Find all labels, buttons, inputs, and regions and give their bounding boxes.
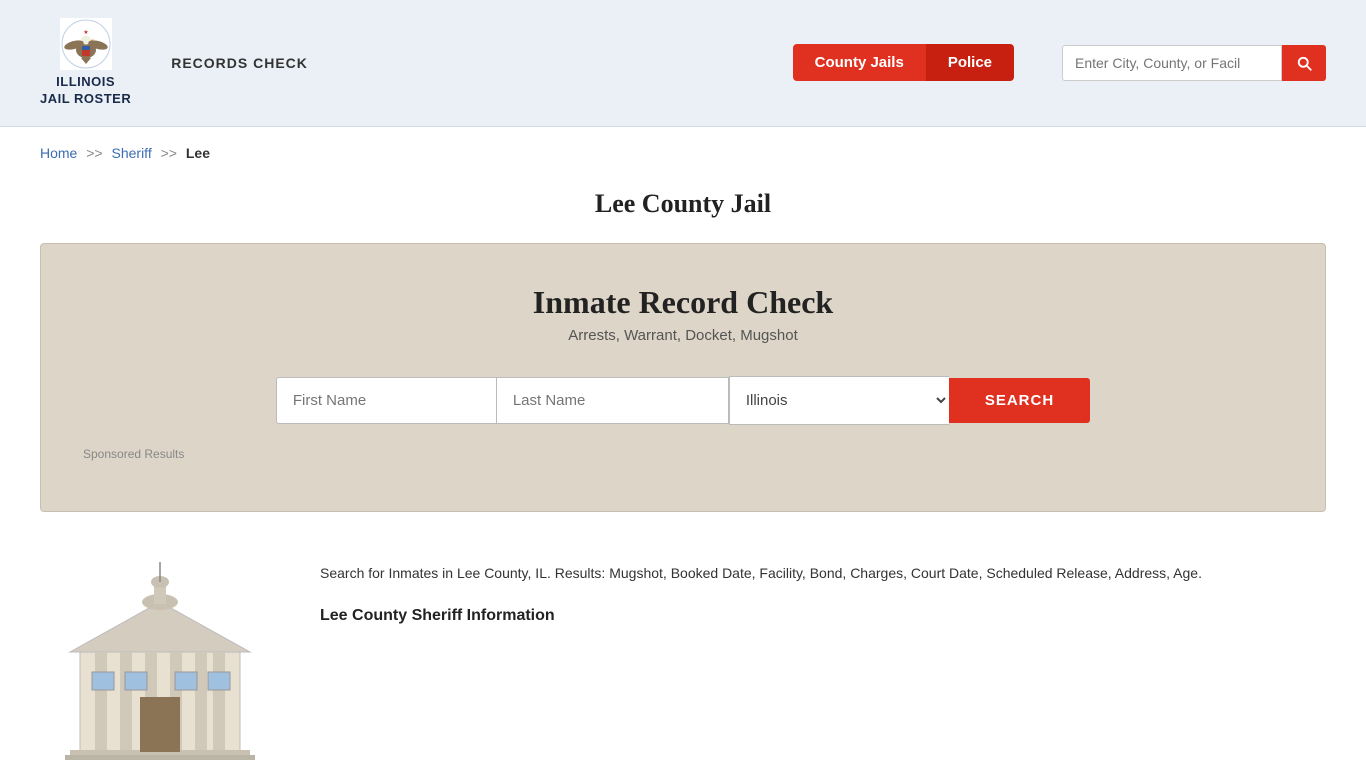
site-header: ★ ILLINOIS JAIL ROSTER RECORDS CHECK Cou…: [0, 0, 1366, 127]
sheriff-heading: Lee County Sheriff Information: [320, 602, 1326, 629]
search-icon: [1295, 54, 1313, 72]
police-button[interactable]: Police: [926, 44, 1014, 81]
svg-text:★: ★: [83, 29, 88, 36]
header-search-area: [1062, 45, 1326, 81]
record-check-form: Illinois Alabama Alaska Arizona Arkansas…: [81, 376, 1285, 425]
record-check-subtitle: Arrests, Warrant, Docket, Mugshot: [81, 327, 1285, 344]
header-search-button[interactable]: [1282, 45, 1326, 81]
record-check-box: Inmate Record Check Arrests, Warrant, Do…: [40, 243, 1326, 512]
page-title: Lee County Jail: [0, 189, 1366, 219]
sponsored-label: Sponsored Results: [81, 447, 1285, 461]
state-select[interactable]: Illinois Alabama Alaska Arizona Arkansas…: [729, 376, 949, 425]
bottom-text: Search for Inmates in Lee County, IL. Re…: [320, 562, 1326, 629]
breadcrumb-home[interactable]: Home: [40, 145, 77, 161]
record-search-button[interactable]: SEARCH: [949, 378, 1090, 423]
records-check-link[interactable]: RECORDS CHECK: [171, 55, 308, 71]
breadcrumb-current: Lee: [186, 145, 210, 161]
breadcrumb: Home >> Sheriff >> Lee: [0, 127, 1366, 171]
county-jails-button[interactable]: County Jails: [793, 44, 926, 81]
bottom-section: Search for Inmates in Lee County, IL. Re…: [0, 542, 1366, 782]
first-name-input[interactable]: [276, 377, 496, 424]
breadcrumb-sheriff[interactable]: Sheriff: [112, 145, 152, 161]
logo-text: ILLINOIS JAIL ROSTER: [40, 74, 131, 108]
illinois-flag-icon: ★: [60, 18, 112, 70]
breadcrumb-sep2: >>: [161, 145, 177, 161]
nav-buttons: County Jails Police: [793, 44, 1014, 81]
record-check-title: Inmate Record Check: [81, 284, 1285, 321]
last-name-input[interactable]: [496, 377, 729, 424]
courthouse-icon: [50, 562, 270, 762]
building-image: [40, 562, 280, 762]
breadcrumb-sep1: >>: [86, 145, 102, 161]
header-search-input[interactable]: [1062, 45, 1282, 81]
page-title-wrap: Lee County Jail: [0, 171, 1366, 243]
site-logo[interactable]: ★ ILLINOIS JAIL ROSTER: [40, 18, 131, 108]
bottom-description: Search for Inmates in Lee County, IL. Re…: [320, 562, 1326, 586]
